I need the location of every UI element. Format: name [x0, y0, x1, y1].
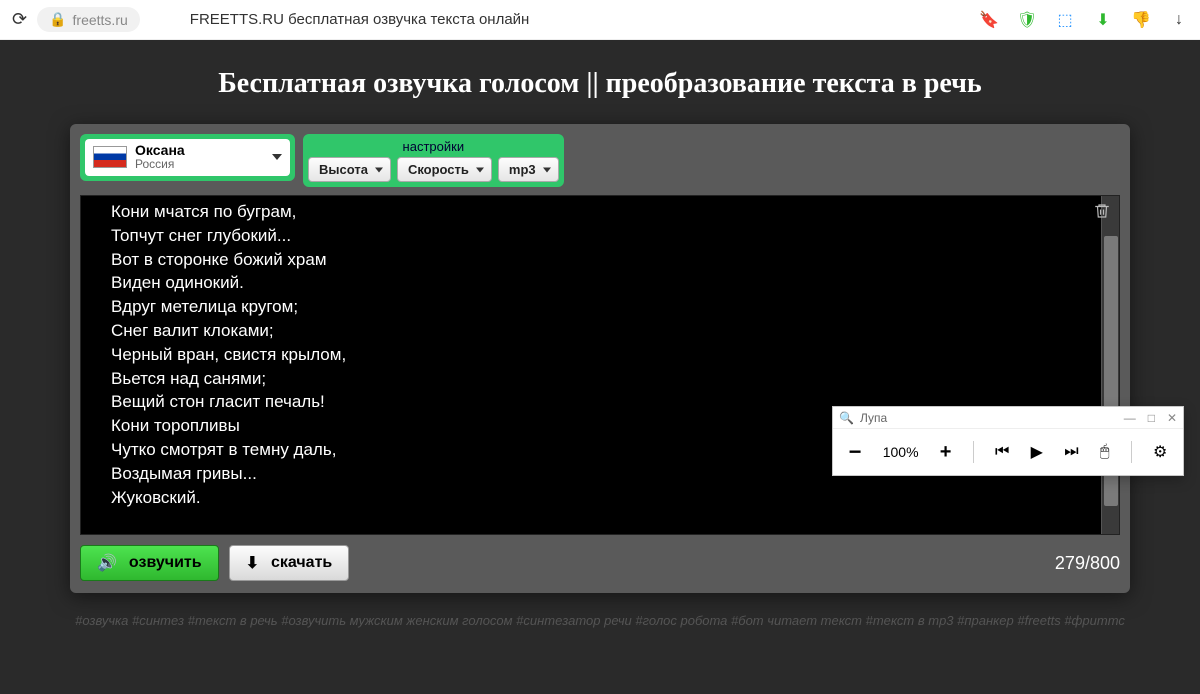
- magnifier-title: Лупа: [860, 411, 887, 425]
- download-label: скачать: [271, 554, 332, 572]
- text-input[interactable]: Кони мчатся по буграм, Топчут снег глубо…: [81, 196, 1119, 534]
- magnifier-titlebar[interactable]: 🔍 Лупа — □ ✕: [833, 407, 1183, 429]
- action-row: 🔊 озвучить ⬇ скачать 279/800: [80, 545, 1120, 581]
- browser-extension-icons: 🔖 🛡 ⬚ ⬇ 👎 ↓: [980, 11, 1188, 29]
- zoom-out-icon[interactable]: −: [849, 439, 862, 465]
- separator: [1131, 441, 1132, 463]
- screenshot-icon[interactable]: ⬚: [1056, 11, 1074, 29]
- text-input-wrap: Кони мчатся по буграм, Топчут снег глубо…: [80, 195, 1120, 535]
- speak-button[interactable]: 🔊 озвучить: [80, 545, 219, 581]
- lock-icon: 🔒: [49, 11, 66, 28]
- scrollbar[interactable]: [1101, 196, 1119, 534]
- download-button[interactable]: ⬇ скачать: [229, 545, 350, 581]
- settings-label: настройки: [308, 138, 559, 157]
- settings-gear-icon[interactable]: ⚙: [1153, 442, 1167, 462]
- play-icon[interactable]: ▶: [1031, 442, 1043, 462]
- magnifier-app-icon: 🔍: [839, 411, 854, 425]
- voice-country: Россия: [135, 158, 185, 171]
- download-icon: ⬇: [246, 553, 259, 573]
- shield-icon[interactable]: 🛡: [1018, 11, 1036, 29]
- clear-text-icon[interactable]: [1093, 202, 1113, 222]
- zoom-level: 100%: [883, 444, 919, 460]
- main-heading: Бесплатная озвучка голосом || преобразов…: [0, 68, 1200, 100]
- magnifier-window[interactable]: 🔍 Лупа — □ ✕ − 100% + ⏮ ▶ ⏭ 🖱 ⚙: [832, 406, 1184, 476]
- url-text: freetts.ru: [73, 12, 128, 28]
- browser-toolbar: ⟳ 🔒 freetts.ru FREETTS.RU бесплатная озв…: [0, 0, 1200, 40]
- voice-select[interactable]: Оксана Россия: [80, 134, 295, 181]
- bookmark-icon[interactable]: 🔖: [980, 11, 998, 29]
- hashtags: #озвучка #синтез #текст в речь #озвучить…: [0, 611, 1200, 631]
- url-chip[interactable]: 🔒 freetts.ru: [37, 7, 140, 32]
- download-arrow-icon[interactable]: ↓: [1170, 11, 1188, 29]
- char-counter: 279/800: [1055, 553, 1120, 574]
- magnifier-body: − 100% + ⏮ ▶ ⏭ 🖱 ⚙: [833, 429, 1183, 475]
- minimize-icon[interactable]: —: [1124, 411, 1136, 425]
- maximize-icon[interactable]: □: [1148, 411, 1155, 425]
- page-title: FREETTS.RU бесплатная озвучка текста онл…: [190, 11, 530, 28]
- skip-fwd-icon[interactable]: ⏭: [1064, 443, 1078, 461]
- thumbs-down-icon[interactable]: 👎: [1132, 11, 1150, 29]
- speak-label: озвучить: [129, 554, 202, 572]
- format-select[interactable]: mp3: [498, 157, 559, 182]
- reload-icon[interactable]: ⟳: [12, 9, 27, 30]
- voice-name: Оксана: [135, 143, 185, 158]
- settings-group: настройки Высота Скорость mp3: [303, 134, 564, 187]
- tts-panel: Оксана Россия настройки Высота Скорость …: [70, 124, 1130, 593]
- zoom-in-icon[interactable]: +: [940, 441, 952, 464]
- pitch-select[interactable]: Высота: [308, 157, 391, 182]
- sound-icon: 🔊: [97, 553, 117, 573]
- download-ext-icon[interactable]: ⬇: [1094, 11, 1112, 29]
- flag-russia-icon: [93, 146, 127, 168]
- cursor-audio-icon[interactable]: 🖱: [1100, 443, 1110, 461]
- controls-row: Оксана Россия настройки Высота Скорость …: [80, 134, 1120, 187]
- skip-back-icon[interactable]: ⏮: [995, 443, 1009, 461]
- separator: [973, 441, 974, 463]
- page-body: Бесплатная озвучка голосом || преобразов…: [0, 40, 1200, 694]
- chevron-down-icon: [272, 154, 282, 160]
- close-icon[interactable]: ✕: [1167, 411, 1177, 425]
- speed-select[interactable]: Скорость: [397, 157, 492, 182]
